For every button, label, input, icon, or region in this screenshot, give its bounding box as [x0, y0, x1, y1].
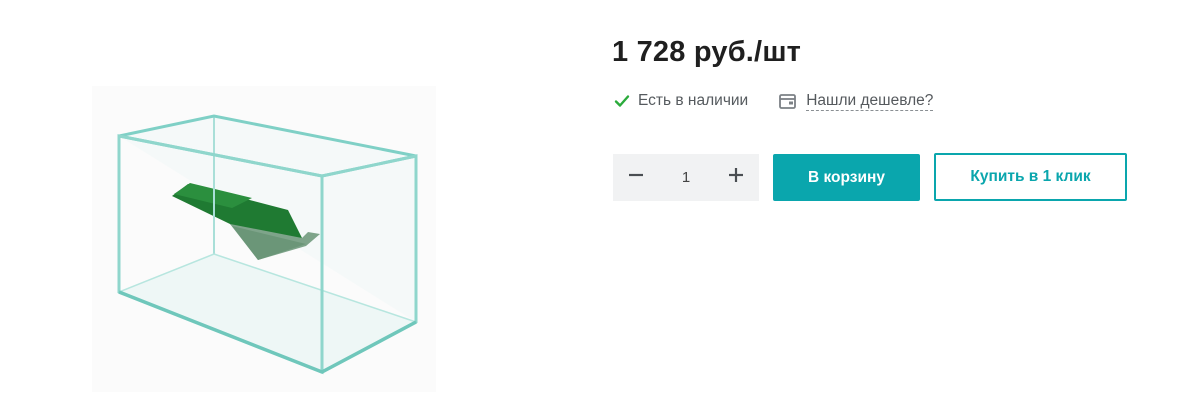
quantity-input[interactable] [659, 168, 713, 187]
product-price: 1 728 руб./шт [612, 36, 802, 68]
stock-status: Есть в наличии [614, 92, 748, 110]
wallet-icon [778, 92, 798, 110]
availability-row: Есть в наличии Нашли дешевле? [614, 90, 934, 112]
add-to-cart-button[interactable]: В корзину [773, 154, 920, 201]
found-cheaper-label[interactable]: Нашли дешевле? [806, 92, 934, 111]
product-image[interactable] [92, 86, 436, 392]
plus-icon [728, 167, 744, 188]
quantity-stepper [613, 154, 759, 201]
increase-quantity-button[interactable] [713, 154, 759, 201]
buy-one-click-button[interactable]: Купить в 1 клик [934, 153, 1127, 201]
terrarium-illustration [117, 114, 418, 375]
stock-status-label: Есть в наличии [638, 92, 749, 109]
found-cheaper-link[interactable]: Нашли дешевле? [778, 92, 934, 111]
minus-icon [628, 167, 644, 188]
decrease-quantity-button[interactable] [613, 154, 659, 201]
check-icon [614, 93, 630, 109]
